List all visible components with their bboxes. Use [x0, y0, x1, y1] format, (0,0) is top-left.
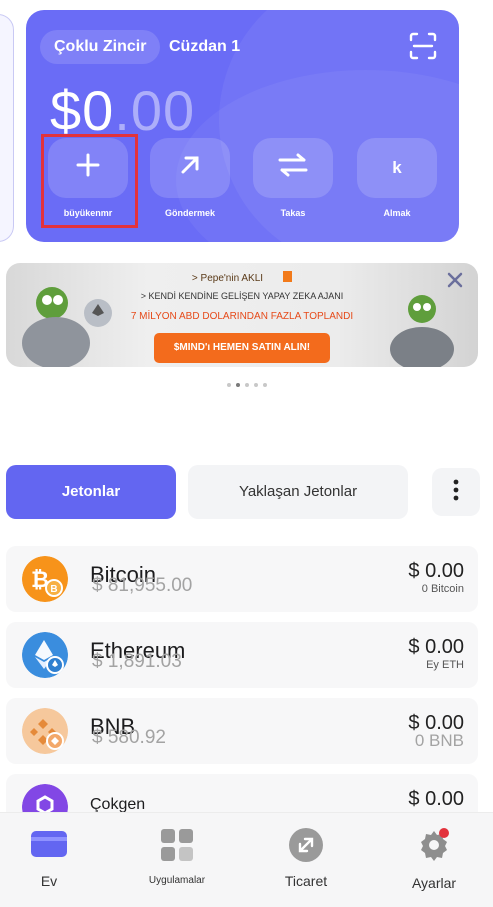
nav-item-home[interactable]: Ev	[0, 813, 104, 907]
token-price: $ 580.92	[92, 727, 166, 748]
nav-item-trade[interactable]: Ticaret	[251, 813, 361, 907]
nav-label-home: Ev	[40, 873, 58, 889]
wallet-icon	[30, 828, 68, 863]
banner-subtitle: > KENDİ KENDİNE GELİŞEN YAPAY ZEKA AJANI	[140, 291, 344, 301]
more-vertical-icon	[453, 479, 459, 506]
ethereum-icon	[22, 632, 68, 678]
token-balance-usd: $ 0.00	[408, 560, 464, 582]
token-row-ethereum[interactable]: Ethereum $ 1,891.03 $ 0.00 Ey ETH	[6, 622, 478, 688]
promo-banner[interactable]: > Pepe'nin AKLI > KENDİ KENDİNE GELİŞEN …	[6, 263, 478, 367]
bnb-icon	[22, 708, 68, 754]
wallet-card: Çoklu Zincir Cüzdan 1 $0.00 büyükenmr Gö…	[26, 10, 459, 242]
token-balance-usd: $ 0.00	[408, 788, 464, 810]
carousel-dot[interactable]	[244, 383, 249, 387]
gear-icon	[417, 828, 451, 867]
swap-arrows-icon	[277, 152, 309, 184]
arrow-up-right-icon	[177, 152, 203, 184]
send-label: Göndermek	[164, 208, 215, 218]
wallet-name[interactable]: Cüzdan 1	[169, 30, 240, 64]
more-options-button[interactable]	[432, 468, 480, 516]
banner-cta-button[interactable]: $MIND'ı HEMEN SATIN ALIN!	[154, 333, 330, 363]
carousel-dot-active[interactable]	[235, 383, 240, 387]
token-balance-amount: Ey ETH	[426, 659, 464, 671]
close-icon[interactable]	[446, 271, 464, 289]
nav-label-trade: Ticaret	[284, 873, 328, 889]
token-balance-amount: 0 BNB	[414, 731, 464, 750]
swap-button[interactable]: Takas	[253, 138, 333, 218]
tab-tokens[interactable]: Jetonlar	[6, 465, 176, 519]
network-selector[interactable]: Çoklu Zincir	[40, 30, 161, 64]
apps-grid-icon	[160, 828, 194, 867]
token-price: $ 81,955.00	[92, 575, 193, 596]
balance-decimals: .00	[114, 79, 196, 142]
token-row-bitcoin[interactable]: ₿ B Bitcoin $ 81,955.00 $ 0.00 0 Bitcoin	[6, 546, 478, 612]
token-row-bnb[interactable]: BNB $ 580.92 $ 0.00 0 BNB	[6, 698, 478, 764]
trade-icon	[289, 828, 323, 867]
highlight-box	[41, 134, 138, 228]
token-balance-usd: $ 0.00	[408, 636, 464, 658]
carousel-dot[interactable]	[262, 383, 267, 387]
carousel-dot[interactable]	[226, 383, 231, 387]
receive-label: Almak	[383, 208, 411, 218]
banner-headline: > Pepe'nin AKLI	[6, 271, 478, 284]
nav-item-apps[interactable]: Uygulamalar	[122, 813, 232, 907]
scan-icon[interactable]	[405, 28, 441, 64]
token-price: $ 1,891.03	[92, 651, 182, 672]
bottom-navigation: Ev Uygulamalar Ticaret Ayarlar	[0, 812, 493, 907]
nav-label-apps: Uygulamalar	[148, 875, 206, 886]
receive-button[interactable]: k Almak	[357, 138, 437, 218]
k-letter-icon: k	[392, 158, 402, 177]
bitcoin-icon: ₿ B	[22, 556, 68, 602]
tab-upcoming-tokens[interactable]: Yaklaşan Jetonlar	[188, 465, 408, 519]
balance-integer: $0	[50, 79, 115, 142]
nav-item-settings[interactable]: Ayarlar	[379, 813, 489, 907]
send-button[interactable]: Göndermek	[150, 138, 230, 218]
banner-raised-text: 7 MİLYON ABD DOLARINDAN FAZLA TOPLANDI	[130, 311, 354, 322]
carousel-indicator	[0, 383, 493, 387]
token-balance-amount: 0 Bitcoin	[421, 583, 464, 595]
svg-text:B: B	[50, 584, 57, 595]
swap-label: Takas	[280, 208, 306, 218]
nav-label-settings: Ayarlar	[411, 875, 457, 891]
carousel-dot[interactable]	[253, 383, 258, 387]
previous-card-peek[interactable]	[0, 14, 14, 242]
brand-mark-icon	[283, 271, 293, 282]
